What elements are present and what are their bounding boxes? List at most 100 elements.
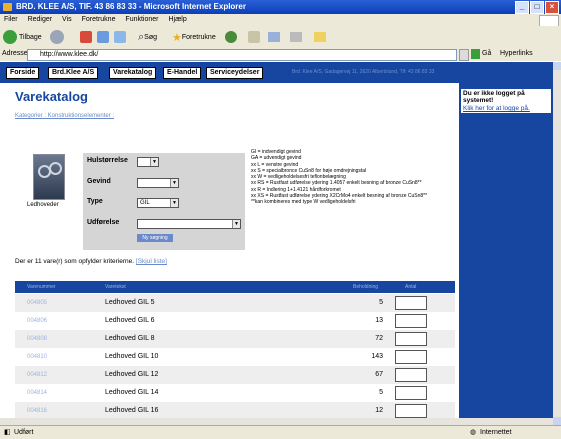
toolbar: Tilbage ⌕ Søg ★ Foretrukne xyxy=(0,26,561,49)
item-name: Ledhoved GIL 12 xyxy=(105,371,159,378)
new-search-button[interactable]: Ny søgning xyxy=(137,234,173,242)
item-name: Ledhoved GIL 14 xyxy=(105,389,159,396)
quantity-input[interactable] xyxy=(395,314,427,328)
go-button[interactable]: Gå xyxy=(482,50,491,57)
quantity-input[interactable] xyxy=(395,350,427,364)
result-count: Der er 11 vare(r) som opfylder kriterier… xyxy=(15,258,167,265)
item-number-link[interactable]: 004816 xyxy=(27,408,47,414)
home-icon xyxy=(114,31,126,43)
horizontal-scrollbar[interactable] xyxy=(0,418,553,425)
catalog-main: Varekatalog Kategorier : Konstruktionsel… xyxy=(15,89,455,425)
chevron-down-icon: ▼ xyxy=(170,179,178,187)
ie-page-icon: ◧ xyxy=(4,429,11,436)
close-button[interactable]: × xyxy=(545,1,559,14)
forward-arrow-icon xyxy=(50,30,64,44)
menu-favorites[interactable]: Foretrukne xyxy=(82,16,116,23)
item-number-link[interactable]: 004814 xyxy=(27,390,47,396)
globe-icon: ◍ xyxy=(470,429,477,436)
refresh-button[interactable] xyxy=(97,29,109,45)
breadcrumb[interactable]: Kategorier : Konstruktionselementer : xyxy=(15,113,455,119)
col-header-text: Varetekst xyxy=(105,284,126,290)
login-status: Du er ikke logget på systemet! xyxy=(463,90,525,104)
mail-button[interactable] xyxy=(268,29,280,45)
item-name: Ledhoved GIL 8 xyxy=(105,335,155,342)
folder-button[interactable] xyxy=(314,29,326,45)
item-number-link[interactable]: 004812 xyxy=(27,372,47,378)
item-stock: 67 xyxy=(375,371,383,378)
status-text: Udført xyxy=(14,429,34,436)
nav-brd-klee[interactable]: Brd.Klee A/S xyxy=(48,67,99,79)
quantity-input[interactable] xyxy=(395,368,427,382)
col-header-quantity: Antal xyxy=(405,284,417,290)
item-name: Ledhoved GIL 10 xyxy=(105,353,159,360)
nav-varekatalog[interactable]: Varekatalog xyxy=(109,67,157,79)
mail-icon xyxy=(268,32,280,42)
login-box: Du er ikke logget på systemet! Klik her … xyxy=(461,89,551,113)
quantity-input[interactable] xyxy=(395,404,427,418)
history-button[interactable] xyxy=(248,29,260,45)
quantity-input[interactable] xyxy=(395,386,427,400)
address-input[interactable]: http://www.klee.dk/ xyxy=(27,49,457,61)
ie-icon xyxy=(3,3,12,11)
item-number-link[interactable]: 004808 xyxy=(27,336,47,342)
search-button[interactable]: ⌕ Søg xyxy=(138,29,157,45)
maximize-button[interactable]: □ xyxy=(530,1,544,14)
folder-icon xyxy=(314,32,326,42)
hide-list-link[interactable]: [Skjul liste] xyxy=(136,258,167,265)
item-stock: 5 xyxy=(379,299,383,306)
login-link[interactable]: Klik her for at logge på. xyxy=(461,105,551,112)
chevron-down-icon: ▼ xyxy=(232,220,240,228)
menu-file[interactable]: Filer xyxy=(4,16,18,23)
table-row: 004810 Ledhoved GIL 10 143 xyxy=(15,348,455,366)
menu-edit[interactable]: Rediger xyxy=(28,16,53,23)
back-button[interactable]: Tilbage xyxy=(3,29,42,45)
right-sidebar: Du er ikke logget på systemet! Klik her … xyxy=(459,83,553,425)
hulstorrelse-select[interactable]: ▼ xyxy=(137,157,159,167)
back-arrow-icon xyxy=(3,30,17,44)
favorites-button[interactable]: ★ Foretrukne xyxy=(172,29,216,45)
table-row: 004808 Ledhoved GIL 8 72 xyxy=(15,330,455,348)
menu-tools[interactable]: Funktioner xyxy=(125,16,158,23)
star-icon: ★ xyxy=(172,31,182,44)
type-select[interactable]: GIL ▼ xyxy=(137,198,179,208)
legend: GI = indvendigt gevind GA = udvendigt ge… xyxy=(251,149,461,206)
media-icon xyxy=(225,31,237,43)
filter-label-udforelse: Udførelse xyxy=(87,219,120,226)
address-bar: Adresse http://www.klee.dk/ Gå Hyperlink… xyxy=(0,48,561,61)
table-row: 004814 Ledhoved GIL 14 5 xyxy=(15,384,455,402)
menu-help[interactable]: Hjælp xyxy=(168,16,186,23)
scroll-down-icon[interactable] xyxy=(553,417,561,425)
item-name: Ledhoved GIL 6 xyxy=(105,317,155,324)
menu-view[interactable]: Vis xyxy=(62,16,72,23)
minimize-button[interactable]: _ xyxy=(515,1,529,14)
quantity-input[interactable] xyxy=(395,332,427,346)
nav-forside[interactable]: Forside xyxy=(6,67,40,79)
item-number-link[interactable]: 004810 xyxy=(27,354,47,360)
product-image xyxy=(33,154,65,200)
vertical-scrollbar[interactable] xyxy=(553,62,561,425)
history-icon xyxy=(248,31,260,43)
media-button[interactable] xyxy=(225,29,237,45)
item-stock: 72 xyxy=(375,335,383,342)
nav-e-handel[interactable]: E-Handel xyxy=(163,67,202,79)
stop-icon xyxy=(80,31,92,43)
stop-button[interactable] xyxy=(80,29,92,45)
item-number-link[interactable]: 004805 xyxy=(27,300,47,306)
quantity-input[interactable] xyxy=(395,296,427,310)
table-row: 004805 Ledhoved GIL 5 5 xyxy=(15,294,455,312)
udforelse-select[interactable]: ▼ xyxy=(137,219,241,229)
home-button[interactable] xyxy=(114,29,126,45)
print-button[interactable] xyxy=(290,29,302,45)
scroll-up-icon[interactable] xyxy=(553,62,561,70)
forward-button[interactable] xyxy=(50,29,64,45)
item-stock: 5 xyxy=(379,389,383,396)
gevind-select[interactable]: ▼ xyxy=(137,178,179,188)
address-dropdown-icon[interactable] xyxy=(459,49,469,61)
go-icon[interactable] xyxy=(471,49,480,59)
nav-serviceydelser[interactable]: Serviceydelser xyxy=(206,67,264,79)
page-title: Varekatalog xyxy=(15,89,88,104)
address-label: Adresse xyxy=(2,50,28,57)
links-button[interactable]: Hyperlinks xyxy=(500,50,533,57)
col-header-stock: Beholdning xyxy=(353,284,379,290)
item-number-link[interactable]: 004806 xyxy=(27,318,47,324)
